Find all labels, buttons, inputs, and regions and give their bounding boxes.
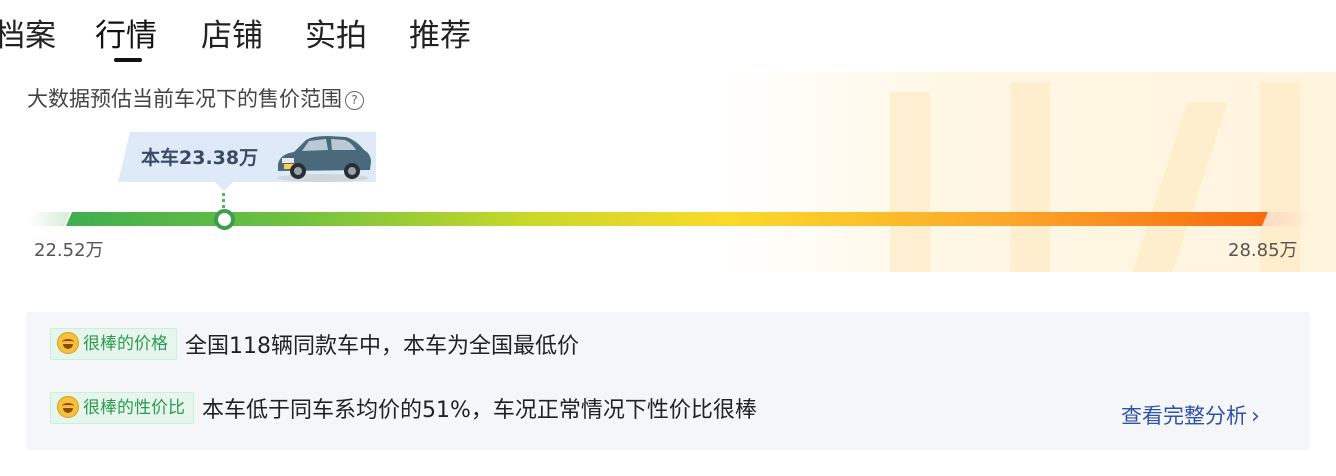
full-analysis-label[interactable]: 查看完整分析 [1121, 404, 1247, 428]
chevron-right-icon[interactable]: › [1251, 404, 1260, 429]
happy-face-icon [57, 396, 79, 418]
price-bar-left-extension [28, 212, 70, 226]
price-range-bar [66, 212, 1268, 226]
range-max-label: 28.85万 [1228, 240, 1298, 261]
subtitle-text: 大数据预估当前车况下的售价范围 [27, 87, 342, 111]
tab-recommend[interactable]: 推荐 [409, 16, 471, 56]
tab-profile[interactable]: 档案 [0, 16, 56, 56]
price-bar-right-extension [1262, 212, 1312, 226]
this-car-price-label: 本车23.38万 [141, 147, 259, 169]
badge-label: 很棒的价格 [83, 334, 168, 354]
summary-text: 全国118辆同款车中，本车为全国最低价 [185, 334, 579, 359]
great-value-badge: 很棒的性价比 [50, 392, 194, 424]
this-car-price-marker [214, 209, 235, 230]
tab-bar: 档案 行情 店铺 实拍 推荐 [0, 0, 600, 64]
badge-label: 很棒的性价比 [83, 398, 185, 418]
summary-row: 很棒的性价比 本车低于同车系均价的51%，车况正常情况下性价比很棒 [50, 392, 757, 426]
tab-photos[interactable]: 实拍 [305, 16, 367, 56]
range-min-label: 22.52万 [34, 240, 104, 261]
great-price-badge: 很棒的价格 [50, 328, 177, 360]
tab-store[interactable]: 店铺 [201, 16, 263, 56]
happy-face-icon [57, 332, 79, 354]
full-analysis-link[interactable]: 查看完整分析 › [1121, 400, 1260, 430]
tab-market[interactable]: 行情 [95, 16, 157, 56]
help-circle-icon[interactable]: ? [345, 91, 364, 110]
summary-row: 很棒的价格 全国118辆同款车中，本车为全国最低价 [50, 328, 579, 362]
price-tag-pointer [215, 182, 233, 191]
price-summary-card: 很棒的价格 全国118辆同款车中，本车为全国最低价 很棒的性价比 本车低于同车系均价… [26, 312, 1310, 450]
price-range-subtitle: 大数据预估当前车况下的售价范围? [27, 84, 364, 114]
car-image [277, 136, 371, 182]
summary-text: 本车低于同车系均价的51%，车况正常情况下性价比很棒 [202, 398, 757, 423]
active-tab-indicator [114, 58, 142, 62]
